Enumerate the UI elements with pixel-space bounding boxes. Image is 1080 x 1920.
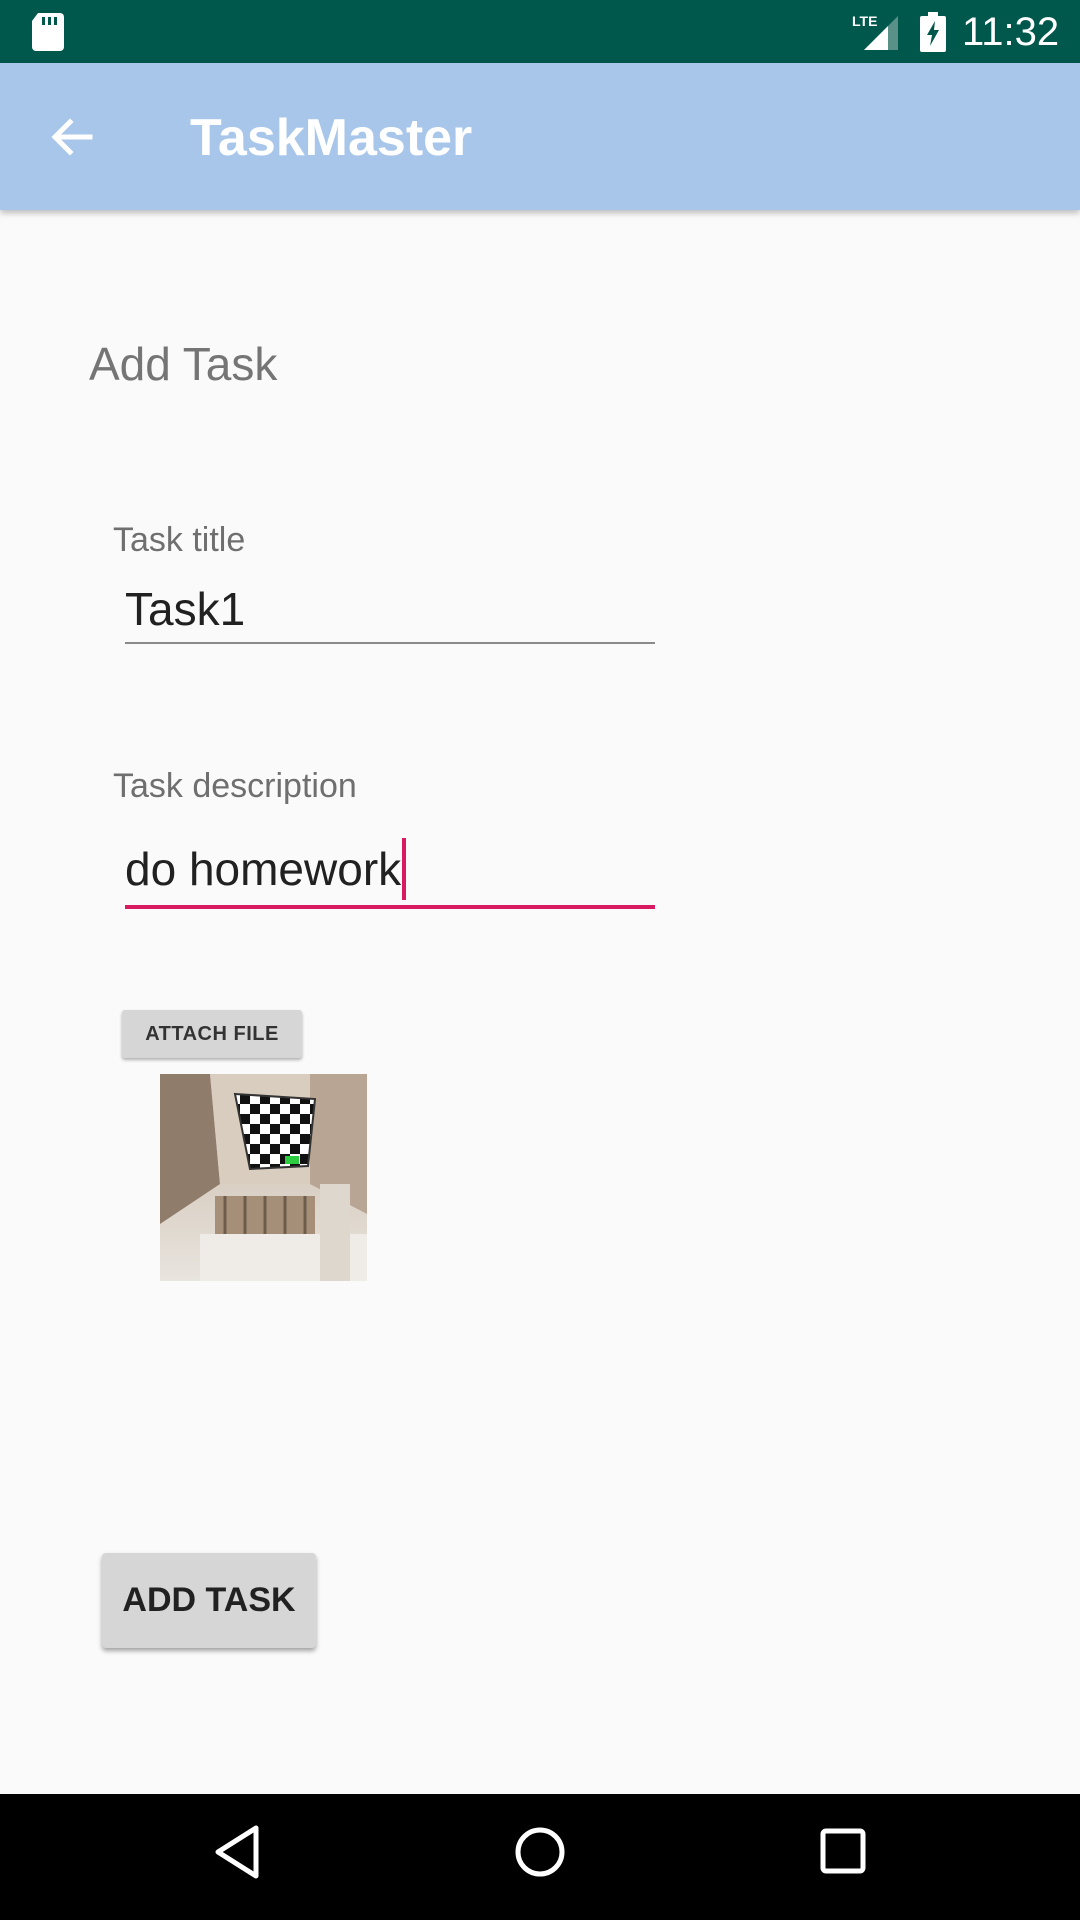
lte-signal-icon: LTE bbox=[852, 13, 898, 50]
app-bar: TaskMaster bbox=[0, 63, 1080, 210]
svg-text:LTE: LTE bbox=[852, 13, 877, 29]
task-title-underline bbox=[125, 642, 655, 644]
task-description-input[interactable]: do homework bbox=[125, 834, 407, 904]
sd-card-icon bbox=[32, 13, 64, 51]
status-bar: LTE 11:32 bbox=[0, 0, 1080, 63]
task-title-input[interactable] bbox=[125, 574, 655, 644]
attach-file-button[interactable]: ATTACH FILE bbox=[122, 1010, 302, 1058]
back-triangle-icon[interactable] bbox=[212, 1824, 262, 1880]
navigation-bar bbox=[0, 1794, 1080, 1920]
task-description-value: do homework bbox=[125, 843, 402, 895]
status-time: 11:32 bbox=[962, 10, 1060, 54]
task-title-label: Task title bbox=[113, 521, 246, 559]
app-title: TaskMaster bbox=[190, 109, 473, 167]
battery-charging-icon bbox=[920, 12, 946, 52]
back-arrow-icon[interactable] bbox=[46, 111, 98, 163]
task-description-underline bbox=[125, 905, 655, 909]
home-circle-icon[interactable] bbox=[514, 1826, 566, 1878]
attached-image-thumbnail bbox=[160, 1074, 367, 1281]
recents-square-icon[interactable] bbox=[820, 1828, 866, 1874]
page-heading: Add Task bbox=[89, 338, 278, 390]
text-cursor bbox=[402, 838, 407, 900]
task-description-label: Task description bbox=[113, 767, 357, 805]
add-task-button[interactable]: ADD TASK bbox=[102, 1553, 316, 1648]
